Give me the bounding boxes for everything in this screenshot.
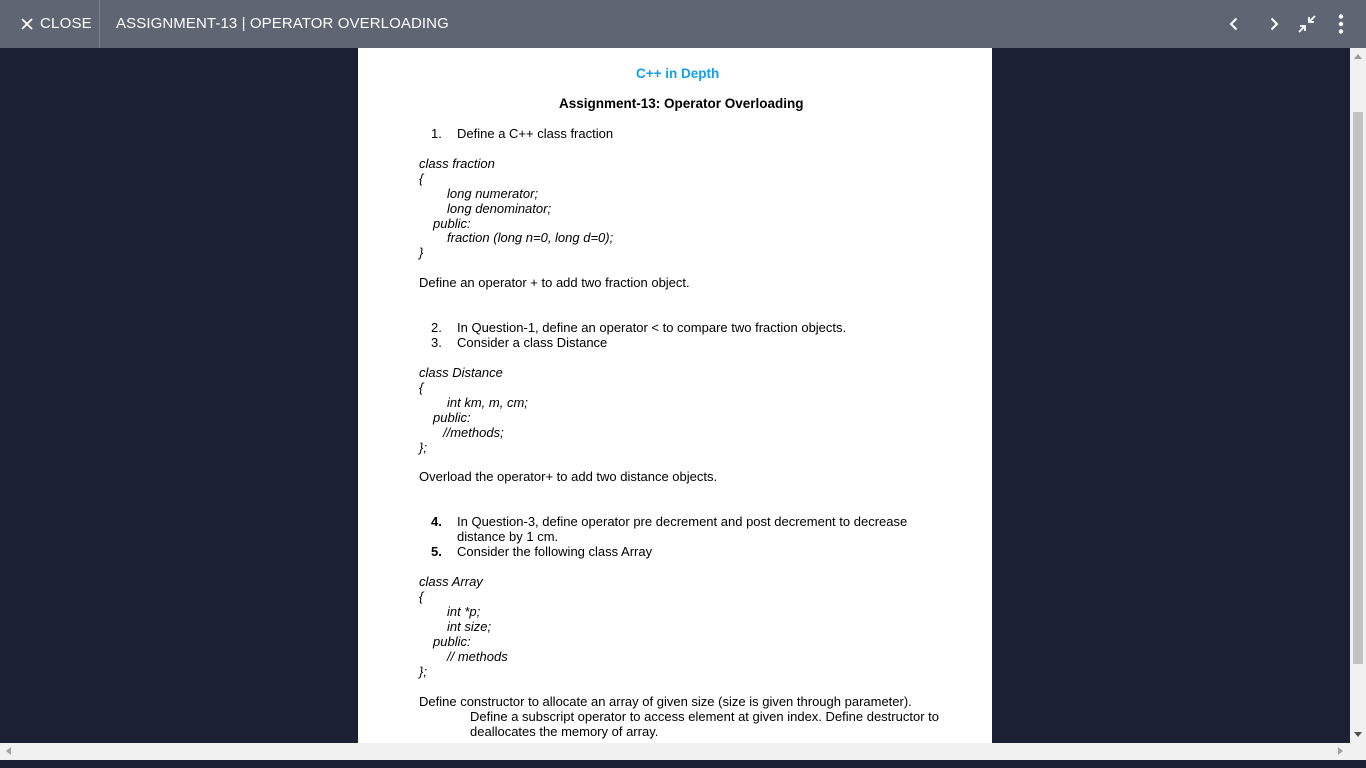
question-text: Consider a class Distance xyxy=(457,335,608,350)
chevron-right-icon[interactable] xyxy=(1262,12,1286,36)
question-number: 4. xyxy=(431,514,442,529)
vertical-scrollbar[interactable] xyxy=(1350,48,1366,743)
scrollbar-thumb[interactable] xyxy=(1353,112,1363,664)
code-line: } xyxy=(419,245,424,260)
question-number: 1. xyxy=(431,126,442,141)
scrollbar-corner xyxy=(1350,743,1366,760)
code-line: int size; xyxy=(447,619,492,634)
code-line: class Distance xyxy=(419,365,503,380)
question-text: In Question-3, define operator pre decre… xyxy=(457,514,908,529)
exit-fullscreen-icon[interactable] xyxy=(1295,12,1319,36)
code-line: fraction (long n=0, long d=0); xyxy=(447,230,614,245)
scroll-right-arrow-icon[interactable] xyxy=(1338,747,1344,755)
close-label: CLOSE xyxy=(40,15,92,32)
task-text: Define a subscript operator to access el… xyxy=(470,709,939,724)
code-line: public: xyxy=(433,634,471,649)
close-icon xyxy=(21,18,33,30)
code-line: class Array xyxy=(419,574,483,589)
document-page: C++ in Depth Assignment-13: Operator Ove… xyxy=(358,48,992,743)
document-viewer[interactable]: C++ in Depth Assignment-13: Operator Ove… xyxy=(0,48,1366,760)
question-number: 2. xyxy=(431,320,442,335)
code-line: //methods; xyxy=(443,425,504,440)
question-number: 5. xyxy=(431,544,442,559)
code-line: public: xyxy=(433,410,471,425)
code-line: { xyxy=(419,380,424,395)
code-line: public: xyxy=(433,216,471,231)
code-line: long numerator; xyxy=(447,186,539,201)
toolbar-divider xyxy=(99,0,100,48)
code-line: { xyxy=(419,171,424,186)
question-text: Define a C++ class fraction xyxy=(457,126,614,141)
course-heading: C++ in Depth xyxy=(636,66,720,81)
task-text: Define constructor to allocate an array … xyxy=(419,694,912,709)
more-vert-icon[interactable] xyxy=(1329,12,1353,36)
horizontal-scrollbar[interactable] xyxy=(0,743,1350,760)
bottom-strip xyxy=(0,760,1366,768)
code-line: class fraction xyxy=(419,156,495,171)
viewer-toolbar: CLOSE ASSIGNMENT-13 | OPERATOR OVERLOADI… xyxy=(0,0,1366,48)
chevron-left-icon[interactable] xyxy=(1222,12,1246,36)
close-button[interactable]: CLOSE xyxy=(0,0,99,48)
scroll-down-arrow-icon[interactable] xyxy=(1354,732,1362,738)
code-line: long denominator; xyxy=(447,201,552,216)
scroll-left-arrow-icon[interactable] xyxy=(5,747,11,755)
task-text: Overload the operator+ to add two distan… xyxy=(419,469,718,484)
question-text: distance by 1 cm. xyxy=(457,529,559,544)
code-line: int *p; xyxy=(447,604,481,619)
task-text: deallocates the memory of array. xyxy=(470,724,659,739)
scroll-up-arrow-icon[interactable] xyxy=(1354,53,1362,59)
code-line: { xyxy=(419,589,424,604)
task-text: Define an operator + to add two fraction… xyxy=(419,275,690,290)
question-number: 3. xyxy=(431,335,442,350)
question-text: In Question-1, define an operator < to c… xyxy=(457,320,847,335)
code-line: }; xyxy=(419,664,427,679)
code-line: int km, m, cm; xyxy=(447,395,528,410)
code-line: // methods xyxy=(447,649,508,664)
code-line: }; xyxy=(419,440,427,455)
document-title: ASSIGNMENT-13 | OPERATOR OVERLOADING xyxy=(116,15,449,32)
assignment-heading: Assignment-13: Operator Overloading xyxy=(559,96,804,111)
question-text: Consider the following class Array xyxy=(457,544,653,559)
